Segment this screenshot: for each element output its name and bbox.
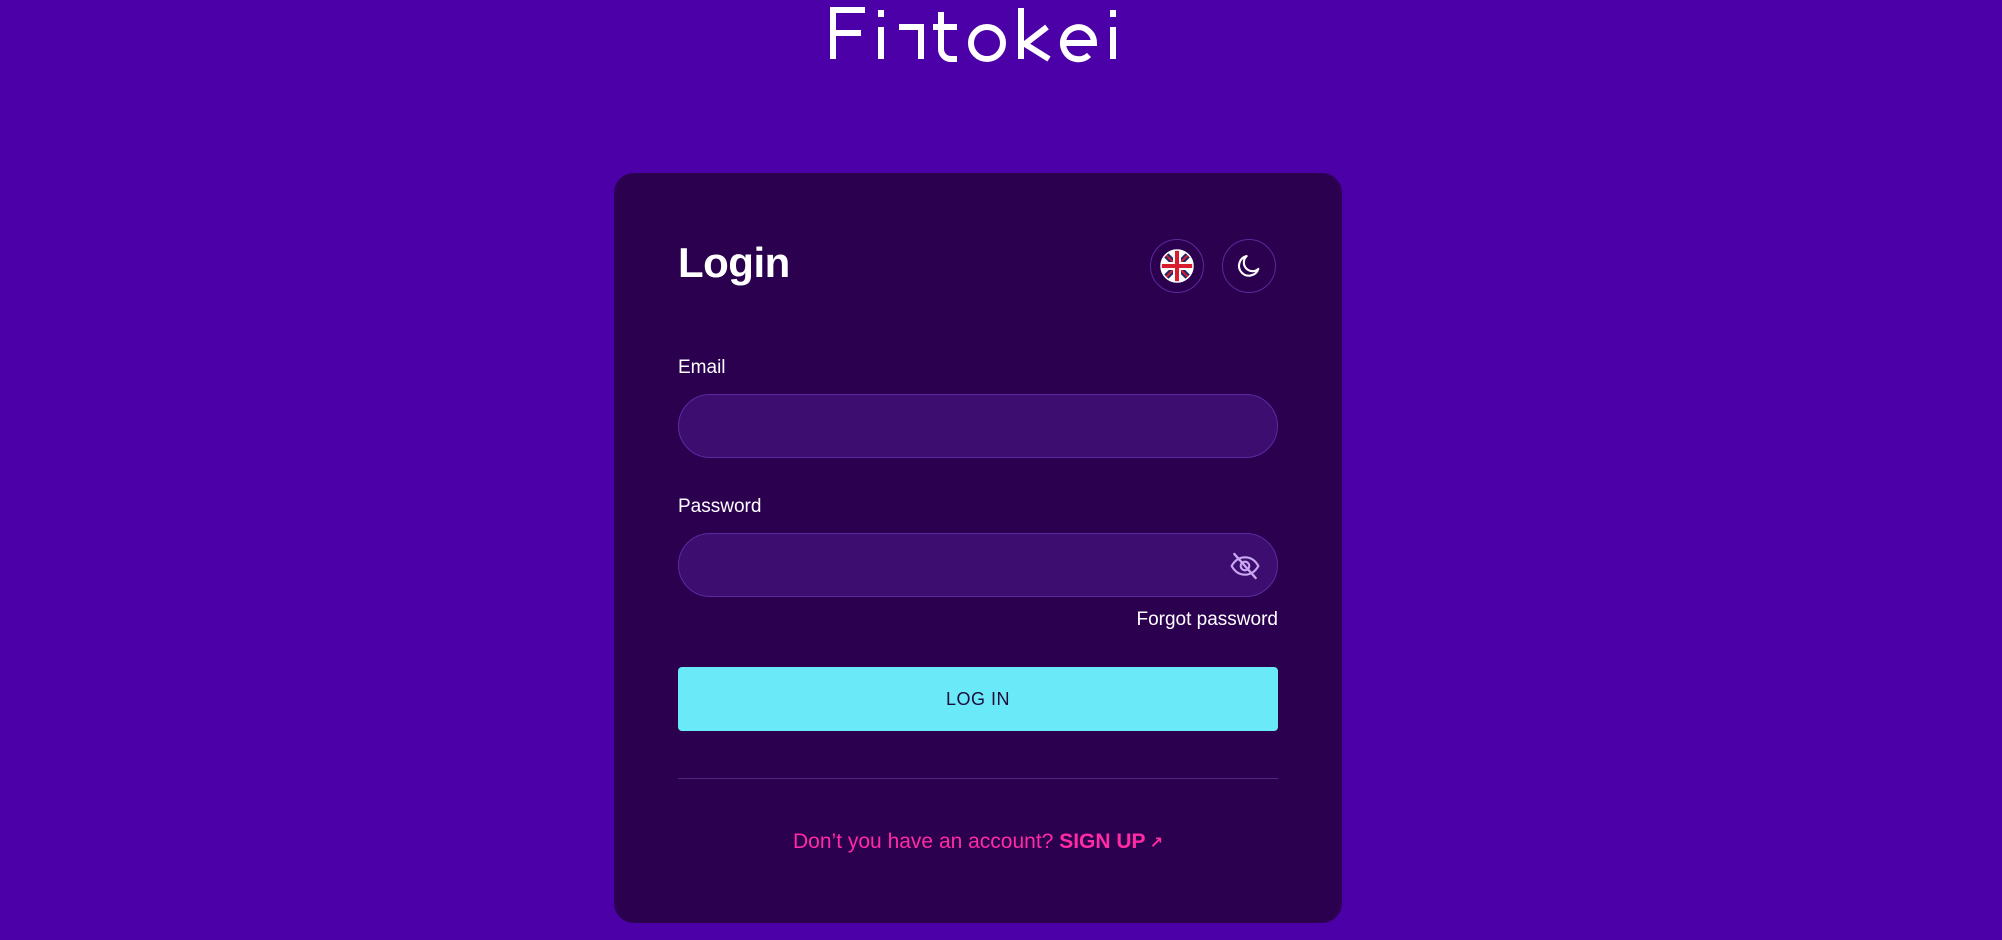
password-label: Password <box>678 496 762 517</box>
email-input[interactable] <box>679 395 1277 457</box>
theme-toggle-button[interactable] <box>1222 239 1276 293</box>
login-button[interactable]: LOG IN <box>678 667 1278 731</box>
login-page: Login Email Password Forgot password LOG… <box>0 0 2002 940</box>
eye-off-icon <box>1230 552 1260 580</box>
signup-row: Don’t you have an account? SIGN UP ↗ <box>678 830 1278 854</box>
signup-link[interactable]: SIGN UP ↗ <box>1059 830 1163 853</box>
login-title: Login <box>678 239 790 286</box>
login-card: Login Email Password Forgot password LOG… <box>614 173 1342 923</box>
email-field-wrapper <box>678 394 1278 458</box>
email-label: Email <box>678 357 726 378</box>
language-button[interactable] <box>1150 239 1204 293</box>
arrow-up-right-icon: ↗ <box>1149 835 1163 852</box>
uk-flag-icon <box>1160 249 1194 283</box>
divider <box>678 778 1278 779</box>
fintokei-logo <box>830 7 1116 63</box>
toggle-password-visibility-button[interactable] <box>1227 548 1263 584</box>
signup-prompt: Don’t you have an account? <box>793 830 1054 853</box>
forgot-password-link[interactable]: Forgot password <box>1136 609 1278 631</box>
password-field-wrapper <box>678 533 1278 597</box>
moon-icon <box>1237 255 1260 277</box>
signup-link-label: SIGN UP <box>1059 830 1146 853</box>
password-input[interactable] <box>679 534 1277 596</box>
